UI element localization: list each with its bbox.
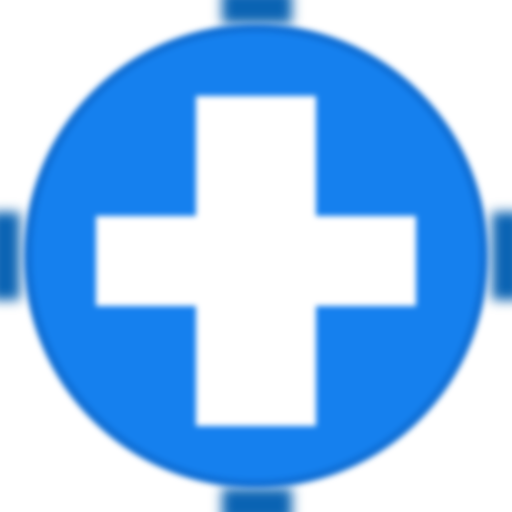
icon-canvas <box>0 0 512 512</box>
add-circle-icon[interactable] <box>0 0 512 512</box>
